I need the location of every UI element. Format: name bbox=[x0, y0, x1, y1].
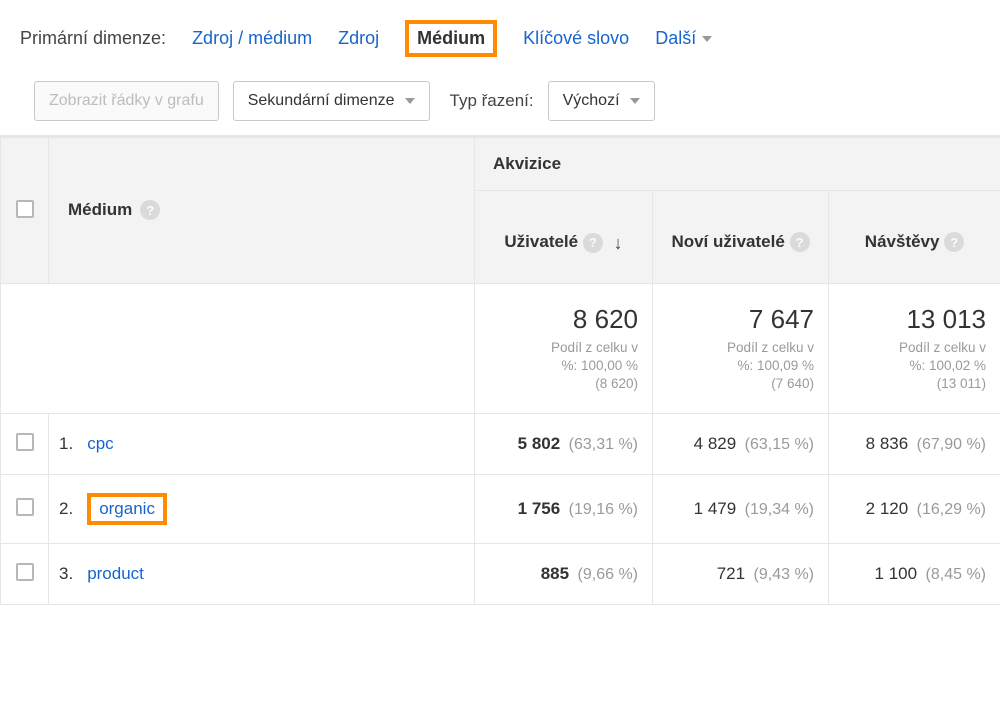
row-checkbox-cell[interactable] bbox=[1, 475, 49, 544]
sort-type-select[interactable]: Výchozí bbox=[548, 81, 655, 121]
checkbox-icon[interactable] bbox=[16, 200, 34, 218]
checkbox-icon[interactable] bbox=[16, 498, 34, 516]
column-users[interactable]: Uživatelé ? ↓ bbox=[475, 191, 653, 284]
sort-type-value: Výchozí bbox=[563, 92, 620, 110]
metric-value: 1 756 bbox=[518, 499, 561, 518]
tab-more[interactable]: Další bbox=[655, 28, 712, 49]
toolbar: Zobrazit řádky v grafu Sekundární dimenz… bbox=[0, 71, 1000, 137]
metric-cell: 1 100 (8,45 %) bbox=[829, 544, 1000, 605]
sort-type-label: Typ řazení: bbox=[450, 91, 534, 111]
dimension-link[interactable]: product bbox=[87, 564, 144, 584]
checkbox-icon[interactable] bbox=[16, 433, 34, 451]
metric-cell: 2 120 (16,29 %) bbox=[829, 475, 1000, 544]
metric-percent: (16,29 %) bbox=[912, 501, 986, 518]
row-index: 2. bbox=[59, 499, 73, 519]
dimension-cell: 2. organic bbox=[49, 475, 475, 544]
row-checkbox-cell[interactable] bbox=[1, 414, 49, 475]
tab-keyword[interactable]: Klíčové slovo bbox=[523, 28, 629, 49]
metric-cell: 5 802 (63,31 %) bbox=[475, 414, 653, 475]
help-icon[interactable]: ? bbox=[140, 200, 160, 220]
metric-value: 1 100 bbox=[875, 564, 918, 583]
table-row: 1.cpc5 802 (63,31 %)4 829 (63,15 %)8 836… bbox=[1, 414, 1000, 475]
metric-cell: 8 836 (67,90 %) bbox=[829, 414, 1000, 475]
metric-value: 885 bbox=[541, 564, 569, 583]
metric-percent: (63,31 %) bbox=[564, 436, 638, 453]
metric-cell: 4 829 (63,15 %) bbox=[653, 414, 829, 475]
column-new-users-label: Noví uživatelé bbox=[671, 232, 784, 251]
secondary-dimension-select[interactable]: Sekundární dimenze bbox=[233, 81, 430, 121]
metric-value: 2 120 bbox=[866, 499, 909, 518]
column-users-label: Uživatelé bbox=[504, 232, 578, 251]
total-users: 8 620 Podíl z celku v %: 100,00 % (8 620… bbox=[475, 283, 653, 414]
checkbox-icon[interactable] bbox=[16, 563, 34, 581]
total-sessions: 13 013 Podíl z celku v %: 100,02 % (13 0… bbox=[829, 283, 1000, 414]
tab-medium[interactable]: Médium bbox=[405, 20, 497, 57]
metric-value: 5 802 bbox=[518, 434, 561, 453]
metric-value: 721 bbox=[717, 564, 745, 583]
dimension-header-label: Médium bbox=[68, 200, 132, 220]
metric-percent: (67,90 %) bbox=[912, 436, 986, 453]
metric-percent: (8,45 %) bbox=[921, 566, 986, 583]
sort-desc-icon: ↓ bbox=[614, 233, 623, 254]
plot-rows-button: Zobrazit řádky v grafu bbox=[34, 81, 219, 121]
column-sessions[interactable]: Návštěvy ? bbox=[829, 191, 1000, 284]
table-row: 2.organic1 756 (19,16 %)1 479 (19,34 %)2… bbox=[1, 475, 1000, 544]
dimension-cell: 1. cpc bbox=[49, 414, 475, 475]
tab-more-label: Další bbox=[655, 28, 696, 49]
dimension-link[interactable]: cpc bbox=[87, 434, 113, 454]
dimension-header: Médium ? bbox=[49, 138, 475, 284]
column-sessions-label: Návštěvy bbox=[865, 232, 940, 251]
tab-source-medium[interactable]: Zdroj / médium bbox=[192, 28, 312, 49]
help-icon[interactable]: ? bbox=[790, 232, 810, 252]
metric-percent: (9,66 %) bbox=[573, 566, 638, 583]
row-index: 1. bbox=[59, 434, 73, 454]
chevron-down-icon bbox=[405, 98, 415, 104]
help-icon[interactable]: ? bbox=[583, 233, 603, 253]
chevron-down-icon bbox=[630, 98, 640, 104]
metric-value: 4 829 bbox=[694, 434, 737, 453]
metric-value: 1 479 bbox=[694, 499, 737, 518]
metric-cell: 1 479 (19,34 %) bbox=[653, 475, 829, 544]
help-icon[interactable]: ? bbox=[944, 232, 964, 252]
primary-dimension-tabs: Primární dimenze: Zdroj / médium Zdroj M… bbox=[0, 0, 1000, 71]
metric-cell: 1 756 (19,16 %) bbox=[475, 475, 653, 544]
report-table: Médium ? Akvizice Uživatelé ? ↓ Noví uži… bbox=[0, 137, 1000, 605]
metric-percent: (19,34 %) bbox=[740, 501, 814, 518]
select-all-header[interactable] bbox=[1, 138, 49, 284]
tab-source[interactable]: Zdroj bbox=[338, 28, 379, 49]
dimension-link[interactable]: organic bbox=[87, 493, 167, 525]
metric-cell: 885 (9,66 %) bbox=[475, 544, 653, 605]
table-row: 3.product885 (9,66 %)721 (9,43 %)1 100 (… bbox=[1, 544, 1000, 605]
secondary-dimension-label: Sekundární dimenze bbox=[248, 92, 395, 110]
totals-row: 8 620 Podíl z celku v %: 100,00 % (8 620… bbox=[1, 283, 1000, 414]
column-new-users[interactable]: Noví uživatelé ? bbox=[653, 191, 829, 284]
row-checkbox-cell[interactable] bbox=[1, 544, 49, 605]
metric-value: 8 836 bbox=[866, 434, 909, 453]
total-new-users: 7 647 Podíl z celku v %: 100,09 % (7 640… bbox=[653, 283, 829, 414]
chevron-down-icon bbox=[702, 36, 712, 42]
metric-percent: (63,15 %) bbox=[740, 436, 814, 453]
metric-percent: (19,16 %) bbox=[564, 501, 638, 518]
row-index: 3. bbox=[59, 564, 73, 584]
acquisition-section-header: Akvizice bbox=[475, 138, 1000, 191]
primary-dimension-label: Primární dimenze: bbox=[20, 28, 166, 49]
metric-percent: (9,43 %) bbox=[749, 566, 814, 583]
metric-cell: 721 (9,43 %) bbox=[653, 544, 829, 605]
dimension-cell: 3. product bbox=[49, 544, 475, 605]
